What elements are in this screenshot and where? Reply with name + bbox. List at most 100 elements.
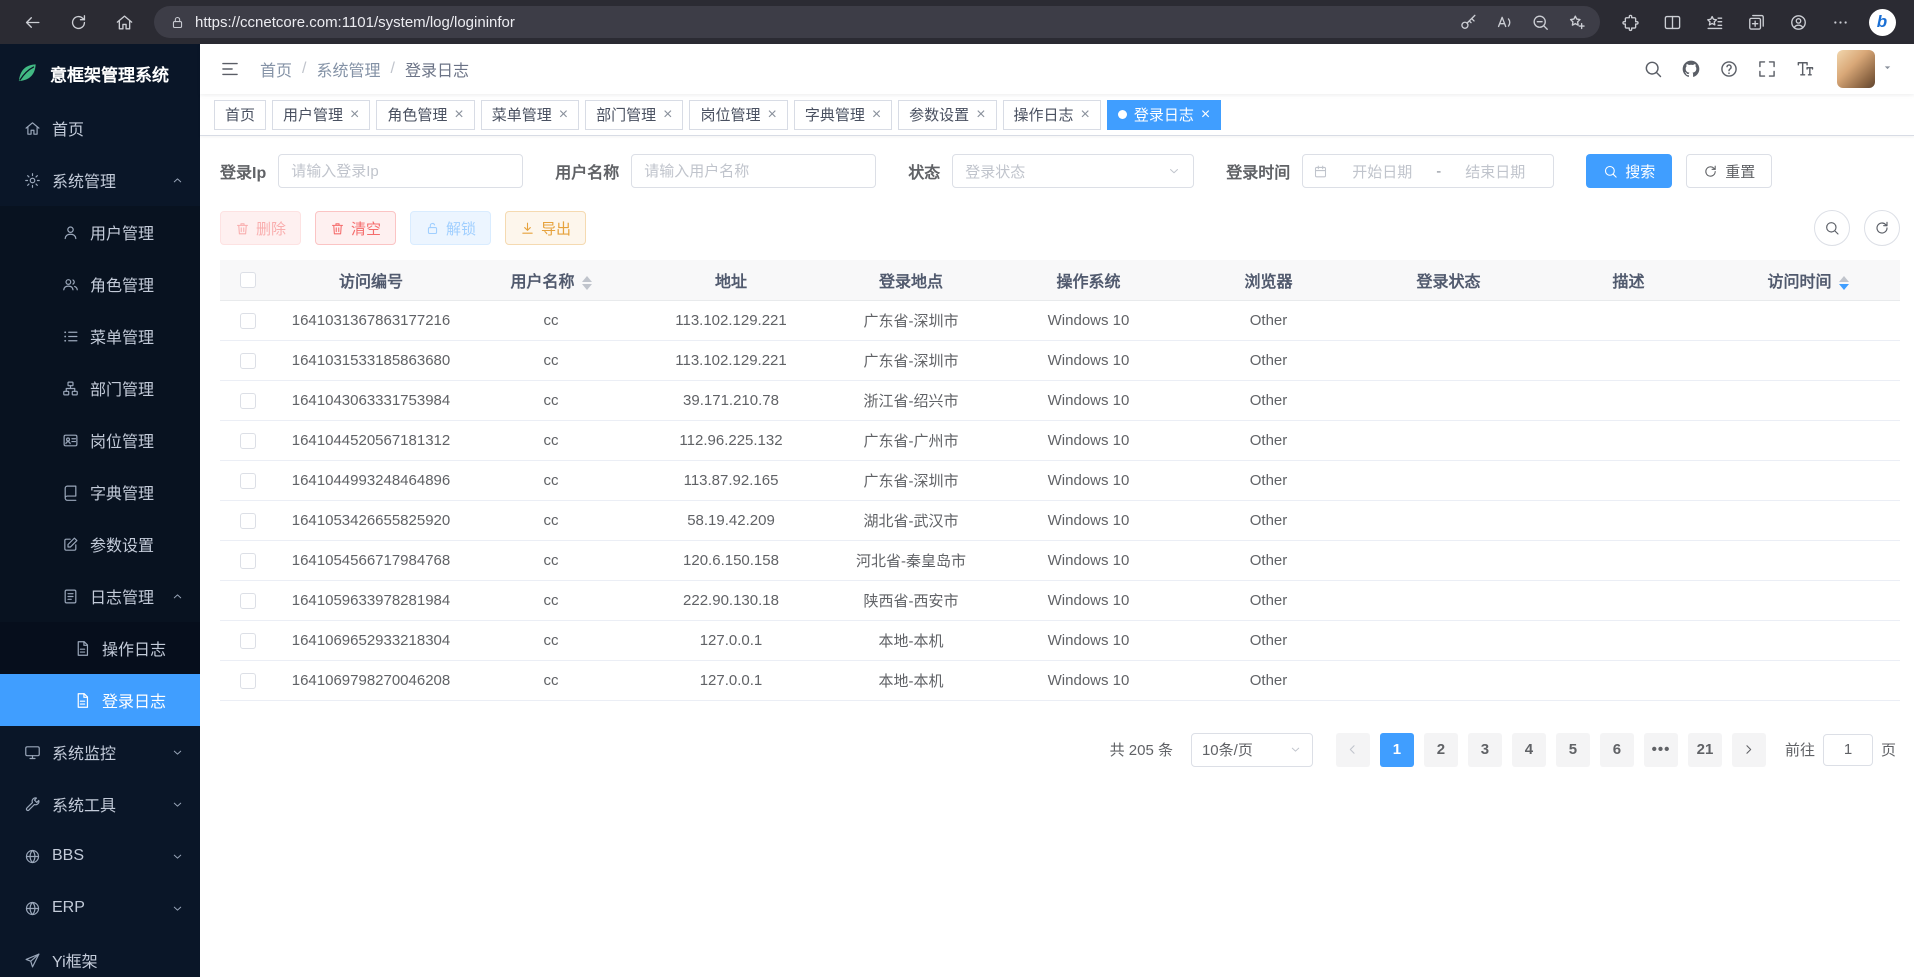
address-bar[interactable]: https://ccnetcore.com:1101/system/log/lo… (154, 6, 1600, 38)
sidebar-item-home[interactable]: 首页 (0, 102, 200, 154)
jump-page-input[interactable] (1823, 734, 1873, 766)
sort-caret[interactable] (1839, 276, 1849, 290)
close-icon[interactable]: × (350, 107, 359, 123)
tab-login-log[interactable]: 登录日志× (1107, 100, 1221, 130)
row-checkbox[interactable] (240, 633, 256, 649)
page-button-4[interactable]: 4 (1512, 733, 1546, 767)
sidebar-item-log-mgmt[interactable]: 日志管理 (0, 570, 200, 622)
tab-role-mgmt[interactable]: 角色管理× (376, 100, 474, 130)
font-size-button[interactable] (1787, 51, 1823, 87)
page-button-6[interactable]: 6 (1600, 733, 1634, 767)
browser-profile-button[interactable] (1778, 4, 1818, 40)
user-name-input[interactable] (631, 154, 876, 188)
select-all-checkbox[interactable] (240, 272, 256, 288)
browser-back-button[interactable] (12, 4, 52, 40)
browser-collections-button[interactable] (1736, 4, 1776, 40)
browser-home-button[interactable] (104, 4, 144, 40)
browser-zoom-out-button[interactable] (1522, 8, 1558, 36)
sidebar-item-system-monitor[interactable]: 系统监控 (0, 726, 200, 778)
close-icon[interactable]: × (559, 107, 568, 123)
sidebar-item-erp[interactable]: ERP (0, 882, 200, 934)
toggle-search-button[interactable] (1814, 210, 1850, 246)
close-icon[interactable]: × (663, 107, 672, 123)
tab-home[interactable]: 首页 (214, 100, 266, 130)
reset-button[interactable]: 重置 (1686, 154, 1772, 188)
login-time-range-picker[interactable]: 开始日期 - 结束日期 (1302, 154, 1554, 188)
user-avatar[interactable] (1837, 50, 1875, 88)
sidebar-item-operation-log[interactable]: 操作日志 (0, 622, 200, 674)
sidebar-item-dict-mgmt[interactable]: 字典管理 (0, 466, 200, 518)
row-checkbox[interactable] (240, 593, 256, 609)
close-icon[interactable]: × (454, 107, 463, 123)
browser-refresh-button[interactable] (58, 4, 98, 40)
sidebar-item-dept-mgmt[interactable]: 部门管理 (0, 362, 200, 414)
next-page-button[interactable] (1732, 733, 1766, 767)
page-button-21[interactable]: 21 (1688, 733, 1722, 767)
unlock-button[interactable]: 解锁 (410, 211, 491, 245)
login-ip-input[interactable] (278, 154, 523, 188)
page-button-2[interactable]: 2 (1424, 733, 1458, 767)
tab-operation-log[interactable]: 操作日志× (1003, 100, 1101, 130)
row-checkbox[interactable] (240, 433, 256, 449)
search-button[interactable]: 搜索 (1586, 154, 1672, 188)
sidebar-item-user-mgmt[interactable]: 用户管理 (0, 206, 200, 258)
tab-post-mgmt[interactable]: 岗位管理× (689, 100, 787, 130)
delete-button[interactable]: 删除 (220, 211, 301, 245)
row-checkbox[interactable] (240, 473, 256, 489)
tab-menu-mgmt[interactable]: 菜单管理× (481, 100, 579, 130)
export-button[interactable]: 导出 (505, 211, 586, 245)
sidebar-item-system-mgmt[interactable]: 系统管理 (0, 154, 200, 206)
close-icon[interactable]: × (767, 107, 776, 123)
tab-dept-mgmt[interactable]: 部门管理× (585, 100, 683, 130)
clear-button[interactable]: 清空 (315, 211, 396, 245)
page-size-select[interactable]: 10条/页 (1191, 733, 1313, 767)
refresh-table-button[interactable] (1864, 210, 1900, 246)
sidebar-item-post-mgmt[interactable]: 岗位管理 (0, 414, 200, 466)
sort-caret[interactable] (582, 276, 592, 290)
user-menu-caret-button[interactable] (1877, 57, 1898, 81)
browser-read-aloud-button[interactable] (1486, 8, 1522, 36)
browser-split-screen-button[interactable] (1652, 4, 1692, 40)
question-button[interactable] (1711, 51, 1747, 87)
sidebar-item-yi-framework[interactable]: Yi框架 (0, 934, 200, 977)
breadcrumb-item[interactable]: 系统管理 (316, 57, 380, 81)
page-unit-label: 页 (1881, 739, 1896, 760)
sidebar-item-bbs[interactable]: BBS (0, 830, 200, 882)
row-checkbox[interactable] (240, 393, 256, 409)
tab-param-settings[interactable]: 参数设置× (898, 100, 996, 130)
close-icon[interactable]: × (1201, 107, 1210, 123)
row-checkbox[interactable] (240, 673, 256, 689)
page-button-5[interactable]: 5 (1556, 733, 1590, 767)
close-icon[interactable]: × (872, 107, 881, 123)
tab-dict-mgmt[interactable]: 字典管理× (794, 100, 892, 130)
prev-page-button[interactable] (1336, 733, 1370, 767)
sidebar-item-system-tools[interactable]: 系统工具 (0, 778, 200, 830)
row-checkbox[interactable] (240, 553, 256, 569)
sidebar-toggle-button[interactable] (212, 51, 248, 87)
sidebar-item-param-settings[interactable]: 参数设置 (0, 518, 200, 570)
close-icon[interactable]: × (976, 107, 985, 123)
breadcrumb-item[interactable]: 首页 (260, 57, 292, 81)
github-button[interactable] (1673, 51, 1709, 87)
sidebar-item-menu-mgmt[interactable]: 菜单管理 (0, 310, 200, 362)
row-checkbox[interactable] (240, 513, 256, 529)
tab-user-mgmt[interactable]: 用户管理× (272, 100, 370, 130)
sidebar-item-login-log[interactable]: 登录日志 (0, 674, 200, 726)
row-checkbox[interactable] (240, 313, 256, 329)
browser-extensions-button[interactable] (1610, 4, 1650, 40)
fullscreen-button[interactable] (1749, 51, 1785, 87)
globe-icon (24, 900, 41, 917)
browser-key-button[interactable] (1450, 8, 1486, 36)
page-button-1[interactable]: 1 (1380, 733, 1414, 767)
more-pages-button[interactable]: ••• (1644, 733, 1678, 767)
browser-more-button[interactable] (1820, 4, 1860, 40)
search-button[interactable] (1635, 51, 1671, 87)
browser-favorites-button[interactable] (1694, 4, 1734, 40)
sidebar-item-role-mgmt[interactable]: 角色管理 (0, 258, 200, 310)
row-checkbox[interactable] (240, 353, 256, 369)
status-select[interactable]: 登录状态 (952, 154, 1194, 188)
browser-star-plus-button[interactable] (1558, 8, 1594, 36)
page-button-3[interactable]: 3 (1468, 733, 1502, 767)
close-icon[interactable]: × (1081, 107, 1090, 123)
bing-button[interactable]: b (1862, 4, 1902, 40)
